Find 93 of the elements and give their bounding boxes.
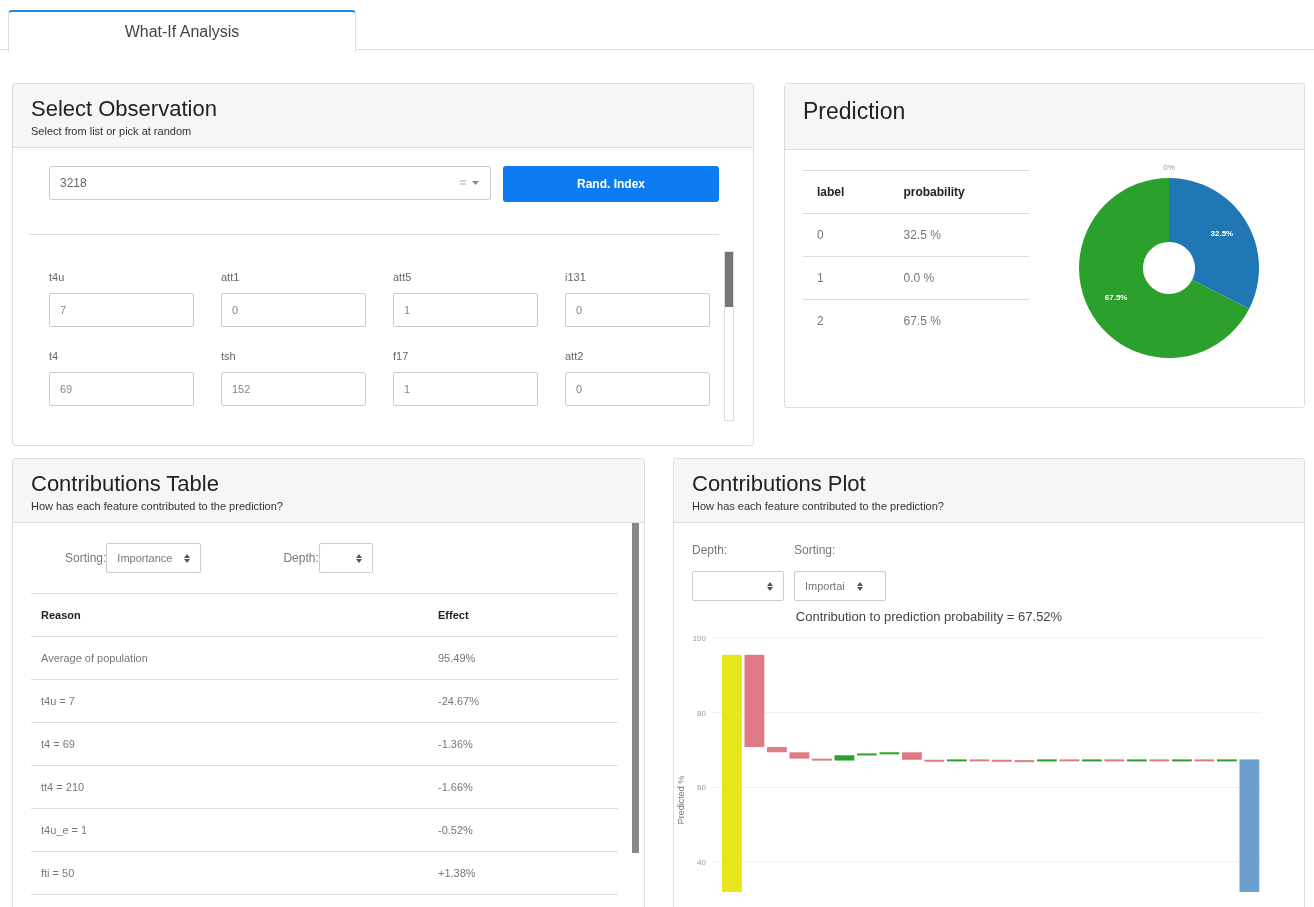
waterfall-bar: [1127, 759, 1147, 762]
sorting-label: Sorting:: [794, 543, 837, 557]
waterfall-bar: [947, 759, 967, 762]
table-cell: +1.38%: [428, 851, 618, 895]
axis-tick-label: 80: [697, 708, 706, 718]
feature-input[interactable]: 0: [565, 293, 710, 327]
table-cell: t4u_e = 1: [31, 808, 428, 852]
table-cell: -1.36%: [428, 722, 618, 766]
card-title: Prediction: [803, 98, 907, 125]
waterfall-bar: [812, 758, 832, 761]
depth-select[interactable]: [318, 543, 373, 573]
slice-label: 67.5%: [1104, 293, 1128, 303]
waterfall-bar: [1172, 759, 1192, 762]
table-cell: t4u = 7: [31, 679, 428, 723]
feature-label: att5: [393, 271, 413, 283]
scrollbar[interactable]: [632, 523, 639, 853]
card-title: Contributions Table: [31, 471, 220, 497]
feature-input[interactable]: 152: [221, 372, 366, 406]
scrollbar[interactable]: [724, 251, 734, 421]
table-cell: 0.0 %: [889, 256, 1029, 300]
waterfall-bar: [969, 759, 990, 762]
feature-label: att2: [565, 350, 585, 362]
table-cell: 32.5 %: [889, 213, 1029, 257]
sorting-select[interactable]: Importai: [794, 571, 886, 601]
axis-title: Predicted %: [676, 775, 686, 825]
card-subtitle: How has each feature contributed to the prediction?: [692, 500, 945, 512]
feature-input[interactable]: 0: [221, 293, 366, 327]
clear-caret-icon: [460, 179, 480, 187]
waterfall-bar: [902, 752, 922, 760]
depth-select[interactable]: [692, 571, 784, 601]
feature-input[interactable]: 1: [393, 293, 538, 327]
column-header: Reason: [31, 593, 428, 637]
waterfall-bar: [879, 752, 900, 755]
table-cell: fti = 50: [31, 851, 428, 895]
table-cell: tt4 = 210: [31, 765, 428, 809]
waterfall-bar: [1059, 759, 1080, 762]
waterfall-bar: [1217, 759, 1237, 762]
table-cell: 2: [803, 299, 890, 342]
waterfall-bar: [1014, 760, 1035, 763]
sort-arrows-icon: [767, 581, 773, 591]
table-cell: -0.52%: [428, 808, 618, 852]
feature-label: f17: [393, 350, 410, 362]
feature-label: att1: [221, 271, 241, 283]
chart-title: Contribution to prediction probability = 67.52%: [794, 609, 1064, 624]
feature-label: tsh: [221, 350, 237, 362]
feature-input[interactable]: 1: [393, 372, 538, 406]
feature-input[interactable]: 7: [49, 293, 194, 327]
table-cell: -1.66%: [428, 765, 618, 809]
slice-label: 0%: [1163, 163, 1175, 172]
table-cell: 67.5 %: [889, 299, 1029, 342]
feature-input[interactable]: 0: [565, 372, 710, 406]
waterfall-bar: [834, 755, 855, 761]
sorting-label: Sorting:: [65, 551, 107, 565]
column-header: label: [803, 170, 890, 214]
card-subtitle: Select from list or pick at random: [31, 125, 193, 137]
table-cell: 0: [803, 213, 890, 257]
card-title: Contributions Plot: [692, 471, 867, 497]
table-cell: 95.49%: [428, 636, 618, 680]
waterfall-bar: [767, 747, 787, 753]
feature-label: t4u: [49, 271, 66, 283]
waterfall-bar: [924, 759, 945, 762]
sorting-select[interactable]: Importance: [106, 543, 202, 573]
card-title: Select Observation: [31, 96, 218, 122]
feature-label: t4: [49, 350, 60, 362]
tab[interactable]: What-If Analysis: [8, 10, 356, 53]
feature-label: i131: [565, 271, 587, 283]
waterfall-bar: [857, 753, 877, 756]
depth-label: Depth:: [692, 543, 729, 557]
slice-label: 32.5%: [1210, 228, 1234, 238]
feature-input[interactable]: 69: [49, 372, 194, 406]
table-cell: 1: [803, 256, 890, 300]
waterfall-bar: [1082, 759, 1102, 762]
card-subtitle: How has each feature contributed to the prediction?: [31, 500, 284, 512]
waterfall-bar: [1104, 759, 1125, 762]
depth-label: Depth:: [283, 551, 319, 565]
axis-tick-label: 60: [697, 783, 706, 793]
column-header: Effect: [428, 593, 618, 637]
sort-arrows-icon: [355, 553, 362, 563]
waterfall-bar: [789, 752, 810, 759]
column-header: probability: [889, 170, 1029, 214]
waterfall-bar: [1037, 759, 1057, 762]
waterfall-bar: [992, 759, 1012, 762]
index-dropdown[interactable]: 3218: [49, 166, 491, 200]
sort-arrows-icon: [184, 553, 191, 563]
table-cell: t4 = 69: [31, 722, 428, 766]
random-index-button[interactable]: Rand. Index: [503, 166, 719, 202]
waterfall-bar: [1149, 759, 1170, 762]
axis-tick-label: 100: [692, 634, 706, 643]
table-cell: -24.67%: [428, 679, 618, 723]
sort-arrows-icon: [856, 581, 863, 591]
waterfall-bar: [1194, 759, 1215, 762]
axis-tick-label: 40: [697, 858, 706, 868]
table-cell: Average of population: [31, 636, 428, 680]
